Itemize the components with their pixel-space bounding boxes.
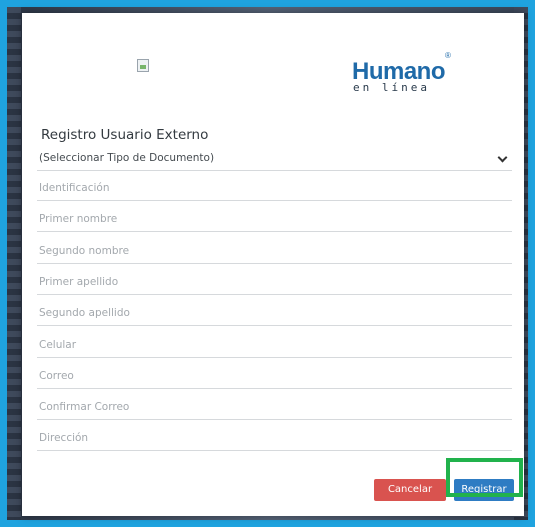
mobile-placeholder: Celular	[39, 339, 77, 351]
identification-placeholder: Identificación	[39, 182, 110, 194]
address-placeholder: Dirección	[39, 432, 89, 444]
humano-logo: Humano® en línea	[352, 51, 462, 94]
second-name-placeholder: Segundo nombre	[39, 245, 130, 257]
cancel-button[interactable]: Cancelar	[374, 479, 446, 501]
identification-input[interactable]: Identificación	[37, 171, 512, 201]
confirm-email-placeholder: Confirmar Correo	[39, 401, 130, 413]
second-surname-input[interactable]: Segundo apellido	[37, 296, 512, 326]
second-name-input[interactable]: Segundo nombre	[37, 234, 512, 264]
confirm-email-input[interactable]: Confirmar Correo	[37, 390, 512, 420]
second-surname-placeholder: Segundo apellido	[39, 307, 130, 319]
register-highlight-box	[446, 458, 523, 497]
email-input[interactable]: Correo	[37, 359, 512, 389]
mobile-input[interactable]: Celular	[37, 328, 512, 358]
first-surname-placeholder: Primer apellido	[39, 276, 119, 288]
modal-header: Humano® en línea	[22, 13, 524, 113]
document-type-value: (Seleccionar Tipo de Documento)	[39, 152, 215, 164]
broken-image-icon	[137, 59, 149, 72]
first-surname-input[interactable]: Primer apellido	[37, 265, 512, 295]
first-name-placeholder: Primer nombre	[39, 213, 118, 225]
first-name-input[interactable]: Primer nombre	[37, 202, 512, 232]
registration-modal: Humano® en línea Registro Usuario Extern…	[22, 13, 524, 516]
chevron-down-icon[interactable]	[497, 152, 508, 163]
address-input[interactable]: Dirección	[37, 421, 512, 451]
email-placeholder: Correo	[39, 370, 74, 382]
background-stripe-left	[7, 7, 21, 520]
document-type-select[interactable]: (Seleccionar Tipo de Documento)	[37, 141, 512, 171]
logo-main-text: Humano®	[352, 51, 451, 85]
